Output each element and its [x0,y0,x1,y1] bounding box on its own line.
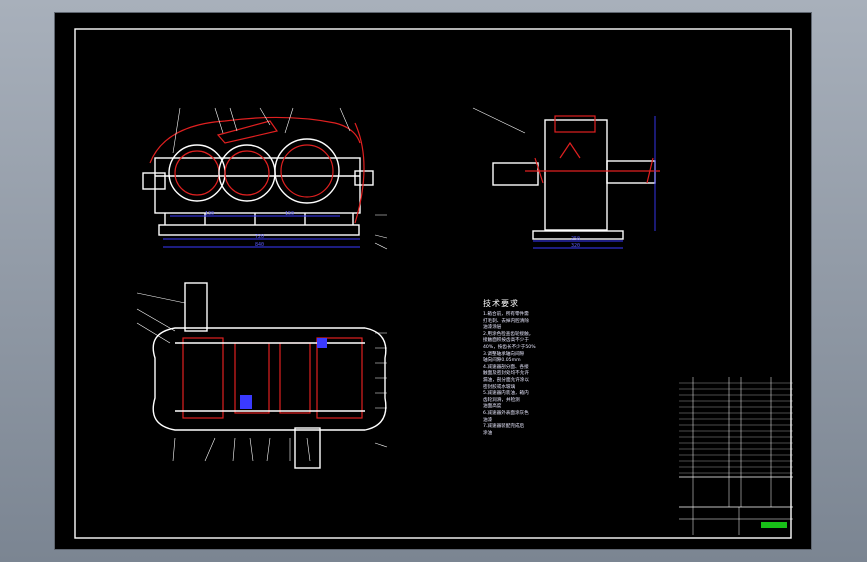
drawing-canvas: 130 150 720 840 250 320 [74,28,793,539]
note-line: 5.减速器内装油，箱内 [483,391,529,397]
front-dim-4: 840 [255,242,264,248]
plan-input-shaft [184,282,208,332]
plan-gear-1 [182,337,224,419]
gear-2 [218,144,276,202]
front-feet [164,213,354,225]
technical-requirements: 技术要求 1.箱合前，所有零件需 打毛刺、去掉内腔清除 油漆涂层 2.用涂色检查齿轮接… [483,298,558,437]
plan-output-shaft [294,427,321,469]
note-line: 油漆涂层 [483,325,502,331]
note-line: 7.减速器装配完成后 [483,424,525,430]
note-line: 油面高度 [483,404,502,410]
front-view: 130 150 720 840 [142,107,388,250]
drawing-sheet: 130 150 720 840 250 320 技术要求 1.箱合前，所有零件需… [55,13,811,549]
plan-gear-3 [279,342,311,414]
technical-requirements-title: 技术要求 [483,299,519,308]
gear-3 [274,138,340,204]
front-dim-1: 130 [205,211,214,217]
side-dim-2: 320 [571,243,580,249]
note-line: 40%，按齿长不少于50% [483,344,536,350]
title-block-grid [679,377,793,535]
plan-key-2 [317,338,327,348]
note-line: 1.箱合前，所有零件需 [483,312,529,317]
note-line: 接触面积按齿高不少于 [483,338,529,344]
side-input-shaft [492,162,539,186]
note-line: 6.减速器外表面涂灰色 [483,410,529,416]
plan-view [136,282,388,469]
plan-leaders [136,292,388,462]
plan-gear-4 [316,337,363,419]
note-line: 触面及密封处均不允许 [483,371,529,377]
technical-requirements-list: 1.箱合前，所有零件需 打毛刺、去掉内腔清除 油漆涂层 2.用涂色检查齿轮接触， 接触面… [483,312,558,437]
side-top-cover [554,115,596,133]
plan-key-1 [240,395,252,409]
front-dim-2: 150 [285,211,294,217]
gear-3-pitch [280,144,334,198]
note-line: 漏油，剖分面允许涂以 [483,377,529,383]
side-view: 250 320 [472,107,660,249]
plan-shaft-lines [175,342,365,412]
vent-plug [216,120,279,144]
gear-1 [168,144,226,202]
side-housing [544,119,608,231]
title-stamp [761,522,787,528]
note-line: 涂油 [483,430,493,436]
title-block-rows [679,382,793,474]
drawing-frame [74,28,792,539]
note-line: 轴向间隙0.05mm [483,358,521,364]
side-bearings [534,141,654,184]
side-dim-1: 250 [571,236,580,242]
side-leader [472,107,526,134]
front-dim-3: 720 [255,234,264,240]
